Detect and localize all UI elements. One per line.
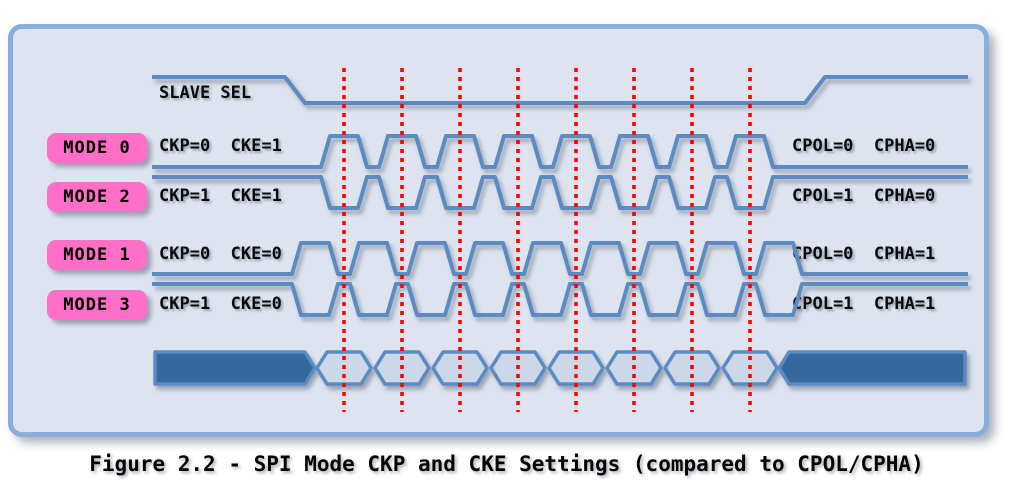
badge-mode-0: MODE 0 <box>47 133 147 163</box>
badge-mode-1: MODE 1 <box>47 240 147 270</box>
data-bit-cell-5: D2 <box>623 359 645 379</box>
row-label-mode-3: CKP=1 CKE=0 <box>159 294 282 314</box>
badge-mode-0-label: MODE 0 <box>63 138 131 158</box>
data-bit-cell-4: D3 <box>565 359 587 379</box>
row-label-mode-1: CKP=0 CKE=0 <box>159 244 282 264</box>
data-bit-cell-2: D5 <box>449 359 471 379</box>
data-bit-cell-7: D0 <box>739 359 761 379</box>
row-label-mode-0: CKP=0 CKE=1 <box>159 136 282 156</box>
data-bit-cell-3: D4 <box>507 359 529 379</box>
row-label-mode-2: CKP=1 CKE=1 <box>159 186 282 206</box>
badge-mode-1-label: MODE 1 <box>63 245 131 265</box>
row-right-label-mode-3: CPOL=1 CPHA=1 <box>792 294 936 314</box>
row-right-label-mode-1: CPOL=0 CPHA=1 <box>792 244 936 264</box>
badge-mode-3-label: MODE 3 <box>63 295 131 315</box>
data-bit-cell-1: D6 <box>391 359 413 379</box>
figure-caption: Figure 2.2 - SPI Mode CKP and CKE Settin… <box>89 452 924 476</box>
badge-mode-2-label: MODE 2 <box>63 187 131 207</box>
row-right-label-mode-0: CPOL=0 CPHA=0 <box>792 136 936 156</box>
slave-sel-label: SLAVE SEL <box>159 83 252 103</box>
data-bar-left-block-label: SDI/SDO <box>194 359 266 379</box>
badge-mode-2: MODE 2 <box>47 182 147 212</box>
row-right-label-mode-2: CPOL=1 CPHA=0 <box>792 186 936 206</box>
data-bit-cell-0: D7 <box>333 359 355 379</box>
data-bar-right-block-label: MOSI/MISO <box>823 359 917 379</box>
badge-mode-3: MODE 3 <box>47 290 147 320</box>
data-bit-cell-6: D1 <box>681 359 703 379</box>
